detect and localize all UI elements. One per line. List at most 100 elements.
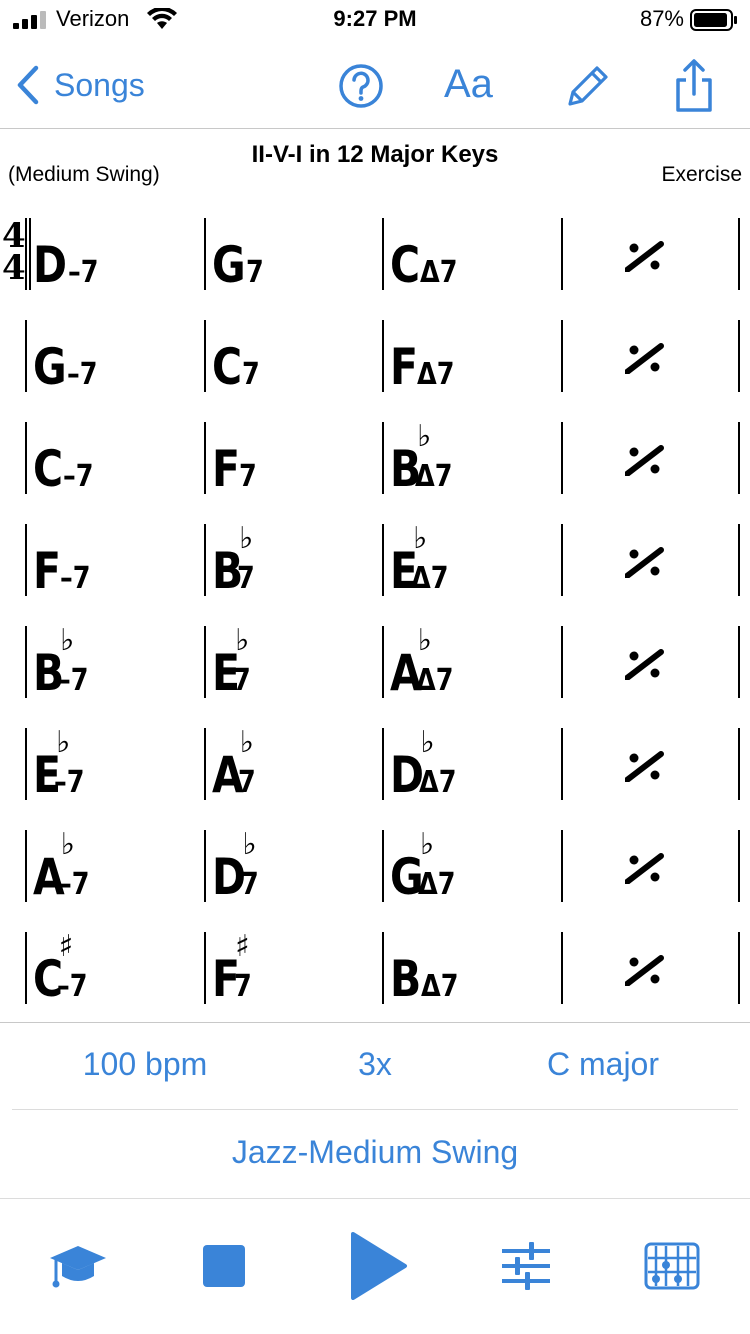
measure-repeat-icon[interactable] [625, 750, 665, 782]
bar-line [25, 320, 27, 392]
chord-symbol[interactable]: E ♭ Δ7 [390, 524, 455, 597]
chord-symbol[interactable]: C –7 [33, 422, 99, 494]
help-icon[interactable] [333, 58, 389, 114]
measure-repeat-icon[interactable] [625, 240, 665, 272]
chord-accidental: ♭ [417, 419, 432, 454]
bar-line [561, 830, 563, 902]
chord-quality: Δ7 [421, 969, 459, 1004]
stop-button[interactable] [192, 1230, 256, 1302]
chord-symbol[interactable]: A ♭ 7 [212, 728, 259, 804]
edit-pencil-icon[interactable] [560, 58, 616, 114]
chord-symbol[interactable]: F ♯ 7 [212, 932, 255, 1005]
bar-line [561, 728, 563, 800]
bar-line [25, 626, 27, 698]
chord-quality: Δ7 [415, 663, 454, 698]
chord-symbol[interactable]: D ♭ 7 [212, 830, 262, 906]
chord-symbol[interactable]: A ♭ –7 [33, 827, 95, 906]
measure-repeat-icon[interactable] [625, 342, 665, 374]
chord-symbol[interactable]: B Δ7 [390, 932, 465, 1004]
chord-quality: Δ7 [418, 867, 456, 902]
chord-symbol[interactable]: G ♭ Δ7 [390, 830, 462, 903]
key-button[interactable]: C major [520, 1046, 686, 1083]
back-button-label: Songs [54, 66, 145, 103]
chord-quality: –7 [62, 459, 94, 494]
chord-root: A [390, 644, 422, 702]
play-button[interactable] [343, 1230, 413, 1302]
bar-line [738, 422, 740, 494]
chord-symbol[interactable]: F7 [212, 422, 260, 494]
style-select-button[interactable]: Jazz-Medium Swing [0, 1134, 750, 1171]
chord-quality: 7 [233, 969, 252, 1004]
chord-symbol[interactable]: G7 [212, 218, 267, 290]
chord-root: C [390, 236, 420, 294]
font-size-button[interactable]: Aa [444, 62, 493, 107]
bar-line [204, 626, 206, 698]
chart-divider [0, 1022, 750, 1023]
chord-quality: –7 [58, 867, 90, 902]
chord-grid-icon [644, 1242, 700, 1290]
chord-quality: –7 [67, 357, 98, 392]
bar-line [25, 422, 27, 494]
chord-accidental: ♭ [420, 725, 435, 760]
chord-quality: 7 [246, 255, 264, 290]
chord-symbol[interactable]: B ♭ –7 [33, 626, 94, 699]
chord-symbol[interactable]: B ♭ Δ7 [390, 419, 459, 495]
song-style: (Medium Swing) [8, 163, 160, 186]
chord-quality: –7 [57, 969, 88, 1004]
bar-line [561, 422, 563, 494]
repeats-button[interactable]: 3x [320, 1046, 430, 1083]
chord-symbol[interactable]: D –7 [33, 218, 103, 290]
chord-quality: Δ7 [411, 561, 449, 596]
chord-symbol[interactable]: C Δ7 [390, 218, 464, 290]
bar-line [204, 524, 206, 596]
chord-symbol[interactable]: C ♯ –7 [33, 932, 93, 1005]
bar-line [738, 320, 740, 392]
play-icon [351, 1232, 407, 1300]
bar-line [382, 728, 384, 800]
chord-diagrams-button[interactable] [640, 1230, 704, 1302]
chord-quality: Δ7 [417, 357, 455, 392]
back-button[interactable]: Songs [14, 60, 145, 110]
chord-symbol[interactable]: C7 [212, 320, 263, 392]
stop-icon [203, 1245, 245, 1287]
bar-line [561, 524, 563, 596]
chord-accidental: ♭ [417, 623, 432, 658]
chord-symbol[interactable]: E ♭ 7 [212, 626, 254, 699]
bar-line [561, 932, 563, 1004]
bar-line [738, 830, 740, 902]
chord-root: D [212, 848, 246, 906]
chord-symbol[interactable]: D ♭ Δ7 [390, 725, 463, 801]
chord-symbol[interactable]: B ♭ 7 [212, 524, 258, 597]
share-icon[interactable] [666, 58, 722, 114]
chord-chart[interactable]: 4 4 D –7 G 7 C Δ7 G –7 C 7 F Δ7 C –7 F 7 B ♭ Δ7 F –7 B ♭ 7 E ♭ Δ7 B… [0, 210, 750, 1020]
chord-symbol[interactable]: F Δ7 [390, 320, 461, 392]
chart-row: F –7 B ♭ 7 E ♭ Δ7 [0, 516, 750, 596]
chord-root: A [212, 746, 244, 804]
measure-repeat-icon[interactable] [625, 852, 665, 884]
bar-line [204, 320, 206, 392]
chord-symbol[interactable]: G –7 [33, 320, 103, 392]
bar-line [382, 422, 384, 494]
chord-quality: 7 [239, 459, 257, 494]
chevron-left-icon [17, 65, 39, 105]
chord-symbol[interactable]: E ♭ –7 [33, 728, 90, 801]
mixer-button[interactable] [494, 1230, 558, 1302]
battery-icon [690, 9, 737, 31]
chord-symbol[interactable]: A ♭ Δ7 [390, 623, 460, 702]
chord-root: A [33, 848, 65, 906]
chart-row: C –7 F 7 B ♭ Δ7 [0, 414, 750, 494]
chord-accidental: ♭ [60, 827, 75, 862]
measure-repeat-icon[interactable] [625, 444, 665, 476]
tempo-button[interactable]: 100 bpm [60, 1046, 230, 1083]
practice-button[interactable] [46, 1230, 110, 1302]
status-bar: Verizon 9:27 PM 87% [0, 0, 750, 40]
measure-repeat-icon[interactable] [625, 648, 665, 680]
bar-line [738, 728, 740, 800]
chord-root: G [33, 338, 67, 396]
bar-line [29, 218, 31, 290]
measure-repeat-icon[interactable] [625, 546, 665, 578]
settings-divider [12, 1109, 738, 1110]
clock: 9:27 PM [333, 6, 417, 31]
measure-repeat-icon[interactable] [625, 954, 665, 986]
chord-symbol[interactable]: F –7 [33, 524, 96, 596]
